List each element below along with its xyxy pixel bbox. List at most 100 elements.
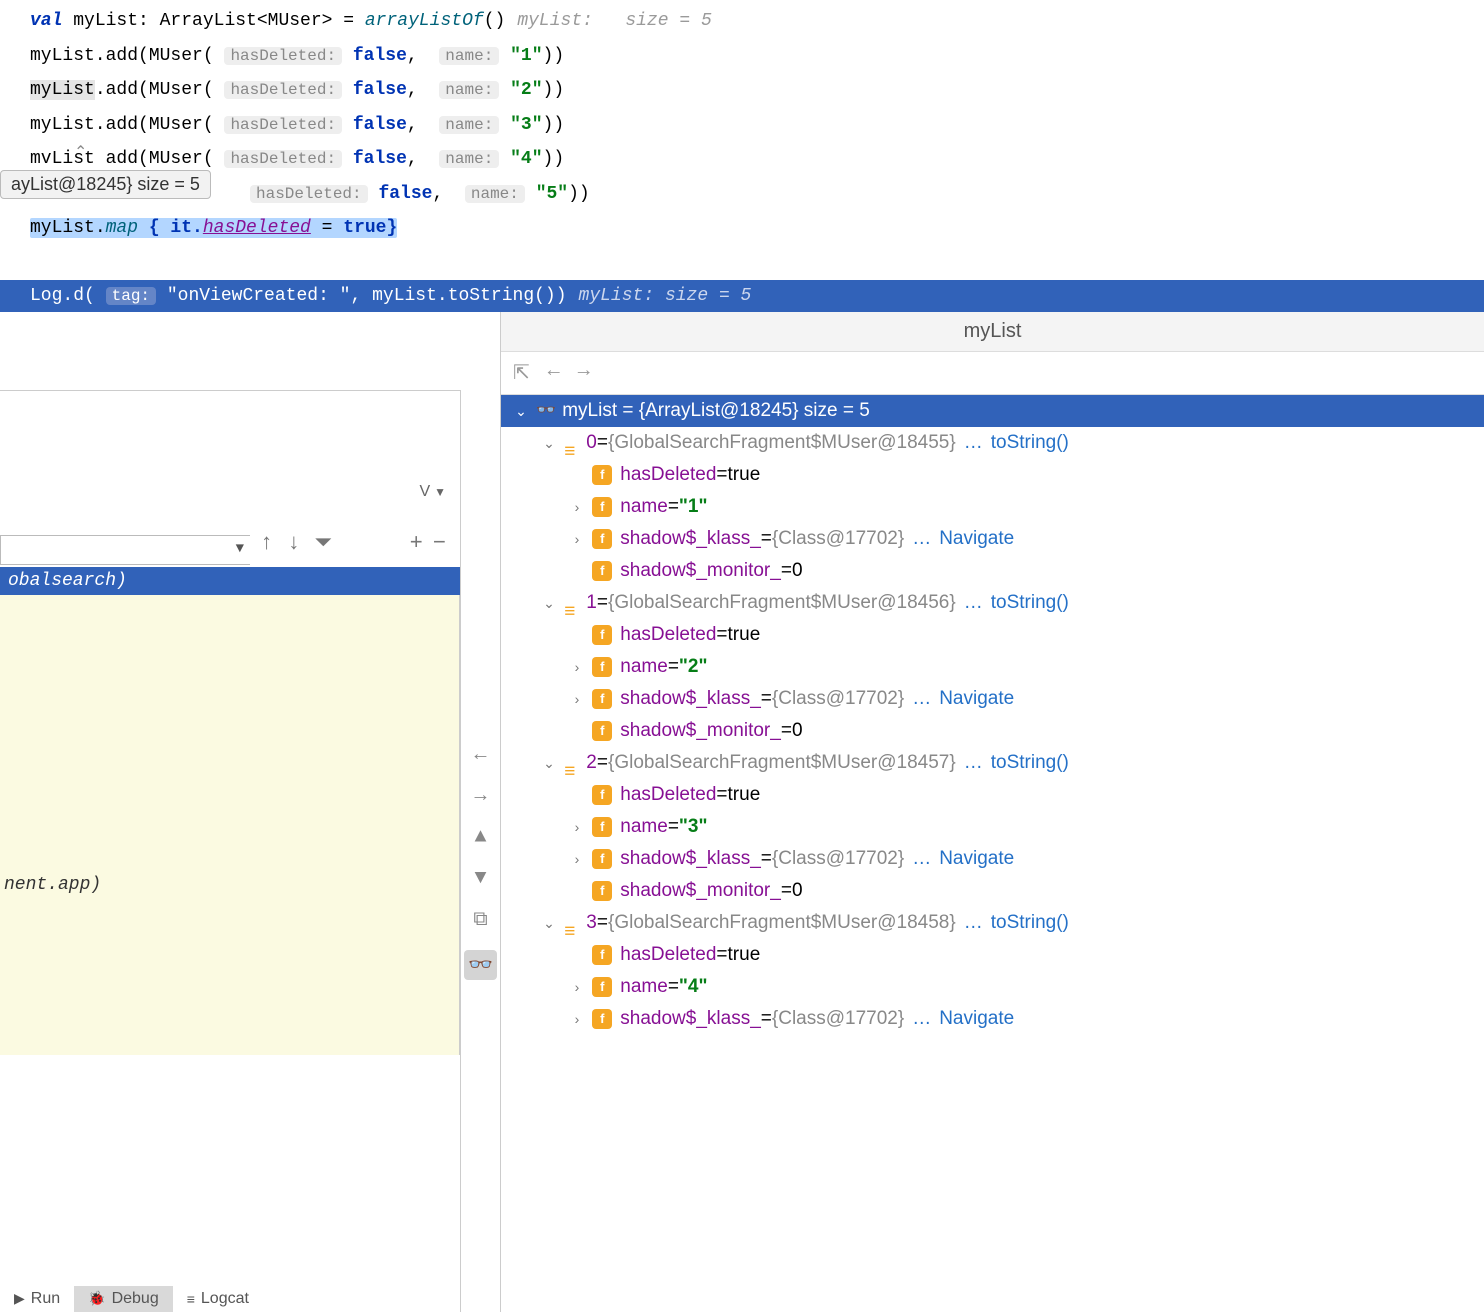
- back-icon[interactable]: ←: [474, 744, 486, 767]
- caret-right-icon[interactable]: ›: [567, 651, 587, 683]
- value-class: {Class@17702}: [772, 683, 904, 715]
- index-label: 1: [586, 587, 597, 619]
- filter-icon[interactable]: ⏷: [314, 531, 332, 556]
- caret-down-icon[interactable]: ⌄: [539, 587, 559, 619]
- eq: =: [668, 651, 679, 683]
- field-icon: f: [592, 657, 612, 677]
- caret-right-icon[interactable]: ›: [567, 811, 587, 843]
- var-name: myList: [73, 11, 138, 31]
- dots-link[interactable]: …: [964, 747, 983, 779]
- caret-down-icon[interactable]: ⌄: [539, 427, 559, 459]
- tree-field-row[interactable]: fhasDeleted = true: [501, 779, 1484, 811]
- caret-down-icon[interactable]: ⌄: [539, 907, 559, 939]
- dots-link[interactable]: …: [912, 523, 931, 555]
- frames-toolbar-right: + −: [410, 531, 446, 556]
- param-hint-hasdeleted: hasDeleted:: [224, 47, 342, 65]
- value-class: {Class@17702}: [772, 523, 904, 555]
- tree-field-row[interactable]: › fname = "1": [501, 491, 1484, 523]
- glasses-icon[interactable]: 👓: [464, 950, 497, 980]
- tree-field-row[interactable]: fshadow$_monitor_ = 0: [501, 875, 1484, 907]
- frames-panel: V▼ ▼ ↑ ↓ ⏷ + − obalsearch) nent.app) ▶Ru…: [0, 390, 460, 1312]
- dots-link[interactable]: …: [912, 843, 931, 875]
- run-icon: ▶: [14, 1290, 25, 1307]
- dots-link[interactable]: …: [912, 1003, 931, 1035]
- dots-link[interactable]: …: [964, 587, 983, 619]
- code-line-5: mvList add(MUser( hasDeleted: false, nam…: [30, 142, 1484, 177]
- tree-field-row[interactable]: › fname = "2": [501, 651, 1484, 683]
- tree-field-row[interactable]: fhasDeleted = true: [501, 939, 1484, 971]
- param-hint-name: name:: [439, 47, 499, 65]
- collapse-up-icon[interactable]: ▲: [474, 826, 486, 849]
- caret-right-icon[interactable]: ›: [567, 683, 587, 715]
- caret-right-icon[interactable]: ›: [567, 971, 587, 1003]
- caret-right-icon[interactable]: ›: [567, 491, 587, 523]
- minus-icon[interactable]: −: [433, 531, 446, 556]
- tree-item-row[interactable]: ⌄ ≡1 = {GlobalSearchFragment$MUser@18456…: [501, 587, 1484, 619]
- variables-toggle[interactable]: V▼: [419, 483, 446, 501]
- tostring-link[interactable]: toString(): [991, 747, 1069, 779]
- dot: .: [95, 218, 106, 238]
- dots-link[interactable]: …: [964, 907, 983, 939]
- copy-icon[interactable]: ⧉: [473, 908, 487, 932]
- plus-icon[interactable]: +: [410, 531, 423, 556]
- nav-back-icon[interactable]: ←: [548, 360, 560, 386]
- tab-logcat[interactable]: ≡Logcat: [173, 1286, 263, 1312]
- tree-item-row[interactable]: ⌄ ≡3 = {GlobalSearchFragment$MUser@18458…: [501, 907, 1484, 939]
- caret-right-icon[interactable]: ›: [567, 843, 587, 875]
- collapse-down-icon[interactable]: ▼: [474, 867, 486, 890]
- tree-field-row[interactable]: › fshadow$_klass_ = {Class@17702}…Naviga…: [501, 523, 1484, 555]
- tree-field-row[interactable]: fhasDeleted = true: [501, 459, 1484, 491]
- navigate-link[interactable]: Navigate: [939, 523, 1014, 555]
- nav-forward-icon[interactable]: →: [578, 360, 590, 386]
- tree-field-row[interactable]: › fname = "3": [501, 811, 1484, 843]
- str-literal: "2": [510, 80, 542, 100]
- field-hasdeleted: hasDeleted: [620, 619, 716, 651]
- tree-item-row[interactable]: ⌄ ≡0 = {GlobalSearchFragment$MUser@18455…: [501, 427, 1484, 459]
- pin-icon[interactable]: ⇱: [513, 360, 530, 386]
- brace-close: }: [387, 218, 398, 238]
- tree-field-row[interactable]: fshadow$_monitor_ = 0: [501, 555, 1484, 587]
- frames-list[interactable]: nent.app): [0, 595, 460, 1055]
- forward-icon[interactable]: →: [474, 785, 486, 808]
- breakpoint-line[interactable]: Log.d( tag: "onViewCreated: ", myList.to…: [0, 280, 1484, 312]
- tree-item-row[interactable]: ⌄ ≡2 = {GlobalSearchFragment$MUser@18457…: [501, 747, 1484, 779]
- tostring-link[interactable]: toString(): [991, 907, 1069, 939]
- tree-field-row[interactable]: › fname = "4": [501, 971, 1484, 1003]
- field-icon: f: [592, 529, 612, 549]
- arrow-up-icon[interactable]: ↑: [260, 531, 273, 556]
- code-line-7-highlighted: myList.map { it.hasDeleted = true}: [30, 211, 1484, 246]
- navigate-link[interactable]: Navigate: [939, 843, 1014, 875]
- field-icon: f: [592, 849, 612, 869]
- caret-down-icon[interactable]: ⌄: [539, 747, 559, 779]
- editor-code[interactable]: val myList: ArrayList<MUser> = arrayList…: [0, 0, 1484, 246]
- tab-run[interactable]: ▶Run: [0, 1286, 74, 1312]
- tree-field-row[interactable]: › fshadow$_klass_ = {Class@17702}…Naviga…: [501, 683, 1484, 715]
- tostring-link[interactable]: toString(): [991, 587, 1069, 619]
- navigate-link[interactable]: Navigate: [939, 1003, 1014, 1035]
- tree-field-row[interactable]: fhasDeleted = true: [501, 619, 1484, 651]
- value-int: 0: [792, 875, 803, 907]
- dots-link[interactable]: …: [964, 427, 983, 459]
- tab-debug[interactable]: 🐞Debug: [74, 1286, 173, 1312]
- value-class: {Class@17702}: [772, 843, 904, 875]
- frame-item[interactable]: nent.app): [0, 595, 459, 895]
- variables-tree[interactable]: ⌄ 👓myList = {ArrayList@18245} size = 5 ⌄…: [501, 395, 1484, 1035]
- param-hint-name: name:: [439, 150, 499, 168]
- bool-false: false: [353, 80, 407, 100]
- arrow-down-icon[interactable]: ↓: [287, 531, 300, 556]
- caret-down-icon[interactable]: ⌄: [511, 395, 531, 427]
- tostring-link[interactable]: toString(): [991, 427, 1069, 459]
- tree-field-row[interactable]: › fshadow$_klass_ = {Class@17702}…Naviga…: [501, 843, 1484, 875]
- navigate-link[interactable]: Navigate: [939, 683, 1014, 715]
- eq: =: [761, 523, 772, 555]
- selected-frame[interactable]: obalsearch): [0, 567, 460, 595]
- thread-dropdown[interactable]: ▼: [0, 535, 250, 565]
- add-call-prefix-cut: mvList add(MUser(: [30, 149, 224, 169]
- tree-field-row[interactable]: › fshadow$_klass_ = {Class@17702}…Naviga…: [501, 1003, 1484, 1035]
- dots-link[interactable]: …: [912, 683, 931, 715]
- variables-title: myList: [501, 312, 1484, 352]
- caret-right-icon[interactable]: ›: [567, 523, 587, 555]
- tree-field-row[interactable]: fshadow$_monitor_ = 0: [501, 715, 1484, 747]
- caret-right-icon[interactable]: ›: [567, 1003, 587, 1035]
- tree-root-row[interactable]: ⌄ 👓myList = {ArrayList@18245} size = 5: [501, 395, 1484, 427]
